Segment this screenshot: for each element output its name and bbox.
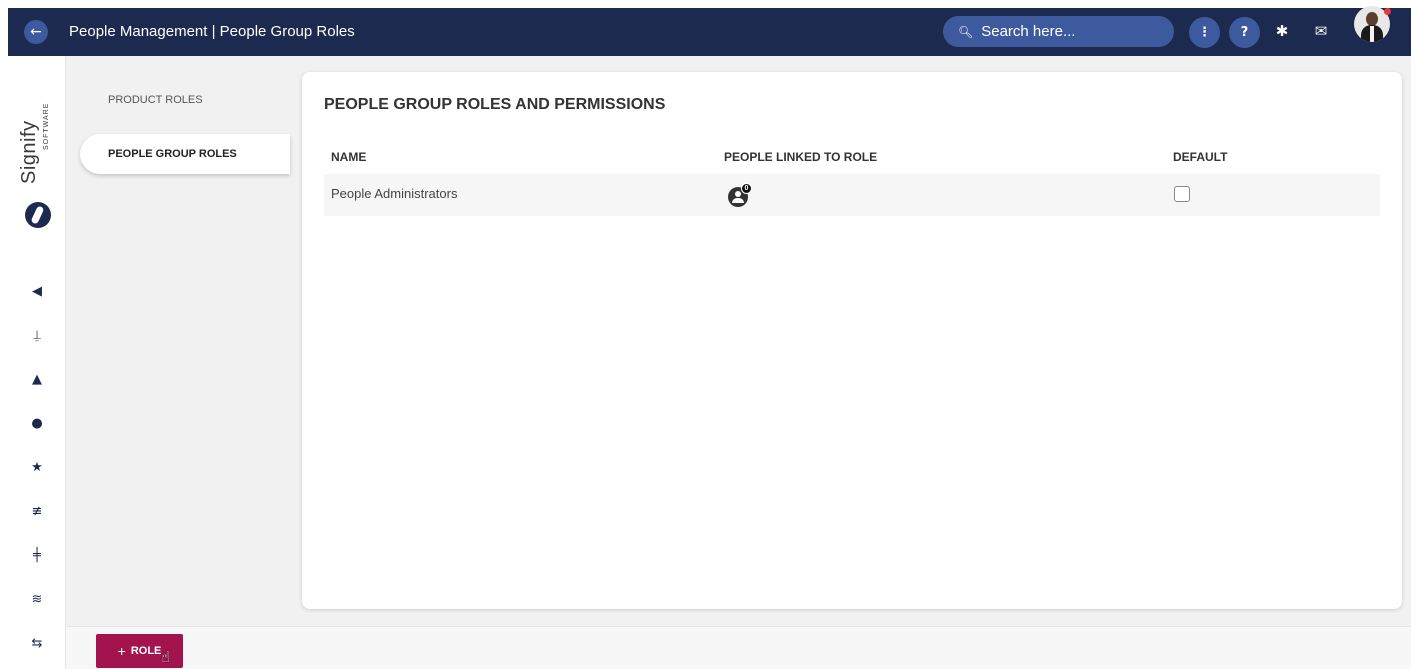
plus-icon: + — [117, 643, 126, 659]
column-header-people-linked: PEOPLE LINKED TO ROLE — [724, 150, 878, 164]
logo-subtext: SOFTWARE — [43, 102, 50, 150]
hand-cursor-icon: ☝ — [161, 648, 171, 666]
sub-navigation: PRODUCT ROLES PEOPLE GROUP ROLES — [66, 56, 296, 626]
notification-dot — [1384, 8, 1391, 15]
page-title: People Management | People Group Roles — [69, 23, 355, 40]
arrow-left-icon: ← — [30, 24, 42, 40]
add-role-label: ROLE — [130, 645, 162, 657]
signify-logo-icon — [25, 202, 51, 228]
search-icon: 🔍︎ — [958, 24, 974, 39]
subnav-item-label: PEOPLE GROUP ROLES — [108, 148, 237, 160]
default-checkbox[interactable] — [1174, 186, 1190, 202]
footer-bar — [66, 626, 1411, 669]
vertical-dots-icon: ⋮ — [1198, 25, 1211, 40]
back-button[interactable]: ← — [24, 20, 48, 44]
subnav-item-product-roles[interactable]: PRODUCT ROLES — [80, 80, 290, 120]
search-input[interactable]: 🔍︎ Search here... — [943, 16, 1174, 47]
more-options-button[interactable]: ⋮ — [1189, 17, 1220, 48]
people-count-badge: 0 — [741, 183, 752, 194]
handshake-icon[interactable]: ≋ — [28, 592, 46, 607]
subnav-item-people-group-roles[interactable]: PEOPLE GROUP ROLES — [80, 134, 290, 174]
column-header-name: NAME — [331, 150, 367, 164]
subnav-item-label: PRODUCT ROLES — [108, 94, 203, 106]
messages-icon[interactable]: ✉ — [1311, 22, 1331, 40]
role-name[interactable]: People Administrators — [331, 186, 457, 201]
linked-people-icon[interactable]: 0 — [728, 183, 752, 207]
megaphone-icon[interactable]: ◀ — [28, 284, 46, 299]
graduation-cap-icon[interactable]: ▲ — [28, 372, 46, 387]
question-icon: ? — [1240, 25, 1249, 40]
logo-text: Signify — [18, 120, 40, 184]
help-button[interactable]: ? — [1229, 17, 1260, 48]
panel-title: PEOPLE GROUP ROLES AND PERMISSIONS — [324, 96, 666, 113]
top-bar: ← People Management | People Group Roles… — [8, 8, 1411, 56]
table-row[interactable]: People Administrators 0 — [324, 174, 1380, 216]
left-rail: Signify SOFTWARE ◀⍊▲●★≢╪≋⇆⚖ — [8, 56, 66, 669]
people-arrows-icon[interactable]: ⇆ — [28, 636, 46, 651]
gear-icon[interactable]: ✱ — [1272, 22, 1292, 40]
sliders-icon[interactable]: ≢ — [28, 504, 46, 519]
search-placeholder: Search here... — [981, 23, 1076, 40]
column-header-default: DEFAULT — [1173, 150, 1228, 164]
user-upload-icon[interactable]: ⍊ — [28, 328, 46, 343]
roles-panel: PEOPLE GROUP ROLES AND PERMISSIONS NAME … — [302, 72, 1402, 609]
signpost-icon[interactable]: ╪ — [28, 548, 46, 563]
star-icon[interactable]: ★ — [28, 460, 46, 475]
gauge-icon[interactable]: ● — [28, 416, 46, 431]
